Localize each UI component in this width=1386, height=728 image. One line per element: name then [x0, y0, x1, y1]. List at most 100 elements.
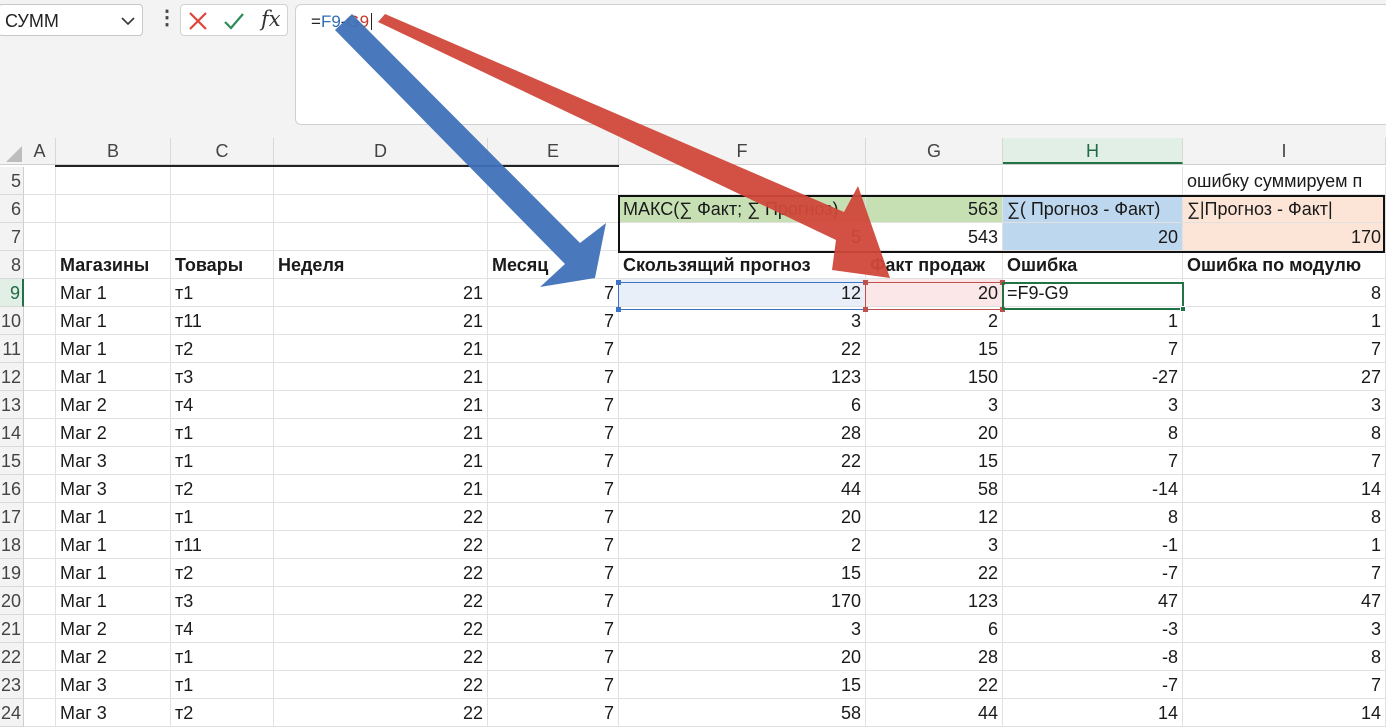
cell-error[interactable]: 8 — [1003, 503, 1183, 531]
cell-i5[interactable]: ошибку суммируем п — [1183, 167, 1386, 195]
cell-store[interactable]: Маг 1 — [56, 279, 171, 307]
cell-fact[interactable]: 150 — [866, 363, 1003, 391]
cell-product[interactable]: т11 — [171, 307, 274, 335]
cell-a[interactable] — [24, 699, 56, 727]
cell-week[interactable]: 21 — [274, 279, 488, 307]
cell-fact[interactable]: 15 — [866, 447, 1003, 475]
row-header[interactable]: 17 — [0, 503, 24, 531]
cell-month[interactable]: 7 — [488, 391, 619, 419]
cell-g7[interactable]: 543 — [866, 223, 1003, 251]
row-header[interactable]: 5 — [0, 167, 24, 195]
cell-error[interactable]: -7 — [1003, 559, 1183, 587]
cell-store[interactable]: Маг 1 — [56, 307, 171, 335]
cell-month[interactable]: 7 — [488, 419, 619, 447]
cell-a7[interactable] — [24, 223, 56, 251]
cell-product[interactable]: т1 — [171, 279, 274, 307]
cell-error[interactable]: 8 — [1003, 419, 1183, 447]
cell-c5[interactable] — [171, 167, 274, 195]
cell-store[interactable]: Маг 1 — [56, 335, 171, 363]
cell-product[interactable]: т2 — [171, 699, 274, 727]
cell-store[interactable]: Маг 3 — [56, 447, 171, 475]
cell-a5[interactable] — [24, 167, 56, 195]
cell-product[interactable]: т11 — [171, 531, 274, 559]
cell-product[interactable]: т4 — [171, 391, 274, 419]
cell-d6[interactable] — [274, 195, 488, 223]
cell-forecast[interactable]: 44 — [619, 475, 866, 503]
cell-product[interactable]: т1 — [171, 419, 274, 447]
cell-abs-error[interactable]: 7 — [1183, 559, 1386, 587]
cell-fact[interactable]: 22 — [866, 671, 1003, 699]
cell-fact-g9[interactable]: 20 — [866, 279, 1003, 307]
row-header[interactable]: 12 — [0, 363, 24, 391]
row-header[interactable]: 21 — [0, 615, 24, 643]
cell-b6[interactable] — [56, 195, 171, 223]
cell-month[interactable]: 7 — [488, 363, 619, 391]
select-all-corner[interactable] — [0, 138, 24, 164]
cell-a[interactable] — [24, 307, 56, 335]
more-options-icon[interactable]: ⋮ — [157, 8, 177, 28]
cell-week[interactable]: 21 — [274, 419, 488, 447]
col-header-f[interactable]: F — [619, 138, 866, 164]
cell-error[interactable]: 7 — [1003, 447, 1183, 475]
cell-month[interactable]: 7 — [488, 615, 619, 643]
row-header[interactable]: 22 — [0, 643, 24, 671]
cell-a[interactable] — [24, 587, 56, 615]
cell-error[interactable]: 3 — [1003, 391, 1183, 419]
cell-fact[interactable]: 28 — [866, 643, 1003, 671]
cell-a8[interactable] — [24, 251, 56, 279]
cell-product[interactable]: т2 — [171, 559, 274, 587]
cell-product[interactable]: т3 — [171, 363, 274, 391]
cell-error[interactable]: 14 — [1003, 699, 1183, 727]
cell-month[interactable]: 7 — [488, 643, 619, 671]
cell-fact[interactable]: 12 — [866, 503, 1003, 531]
row-header[interactable]: 13 — [0, 391, 24, 419]
cell-f7[interactable]: 5 — [619, 223, 866, 251]
cell-a[interactable] — [24, 475, 56, 503]
cell-store[interactable]: Маг 1 — [56, 363, 171, 391]
cell-forecast[interactable]: 15 — [619, 671, 866, 699]
cell-d8[interactable]: Неделя — [274, 251, 488, 279]
cell-h5[interactable] — [1003, 167, 1183, 195]
cell-error[interactable]: 47 — [1003, 587, 1183, 615]
cell-abs-error[interactable]: 8 — [1183, 419, 1386, 447]
row-header[interactable]: 24 — [0, 699, 24, 727]
cell-error[interactable]: 1 — [1003, 307, 1183, 335]
cell-forecast-f9[interactable]: 12 — [619, 279, 866, 307]
cell-month[interactable]: 7 — [488, 335, 619, 363]
row-header[interactable]: 8 — [0, 251, 24, 279]
cell-forecast[interactable]: 6 — [619, 391, 866, 419]
cell-week[interactable]: 22 — [274, 699, 488, 727]
confirm-check-icon[interactable] — [223, 10, 245, 32]
cell-forecast[interactable]: 20 — [619, 643, 866, 671]
cell-c7[interactable] — [171, 223, 274, 251]
cell-a[interactable] — [24, 559, 56, 587]
cell-product[interactable]: т3 — [171, 587, 274, 615]
cell-i8[interactable]: Ошибка по модулю — [1183, 251, 1386, 279]
row-header[interactable]: 7 — [0, 223, 24, 251]
cell-store[interactable]: Маг 3 — [56, 475, 171, 503]
cell-week[interactable]: 22 — [274, 587, 488, 615]
cell-error[interactable]: -14 — [1003, 475, 1183, 503]
cell-forecast[interactable]: 3 — [619, 307, 866, 335]
cell-forecast[interactable]: 22 — [619, 447, 866, 475]
cell-b5[interactable] — [56, 167, 171, 195]
cell-fact[interactable]: 22 — [866, 559, 1003, 587]
col-header-i[interactable]: I — [1183, 138, 1386, 164]
cell-f6[interactable]: МАКС(∑ Факт; ∑ Прогноз) — [619, 195, 866, 223]
cell-month[interactable]: 7 — [488, 279, 619, 307]
cell-error[interactable]: -8 — [1003, 643, 1183, 671]
row-header[interactable]: 9 — [0, 279, 24, 307]
cell-forecast[interactable]: 170 — [619, 587, 866, 615]
cell-store[interactable]: Маг 3 — [56, 671, 171, 699]
cell-a[interactable] — [24, 643, 56, 671]
cell-e8[interactable]: Месяц — [488, 251, 619, 279]
cell-h7[interactable]: 20 — [1003, 223, 1183, 251]
cell-fact[interactable]: 3 — [866, 531, 1003, 559]
cell-a[interactable] — [24, 531, 56, 559]
cell-store[interactable]: Маг 2 — [56, 615, 171, 643]
name-box[interactable]: СУММ — [0, 4, 143, 36]
cell-abs-error[interactable]: 7 — [1183, 447, 1386, 475]
cell-store[interactable]: Маг 2 — [56, 643, 171, 671]
cell-error[interactable]: -3 — [1003, 615, 1183, 643]
row-header[interactable]: 6 — [0, 195, 24, 223]
